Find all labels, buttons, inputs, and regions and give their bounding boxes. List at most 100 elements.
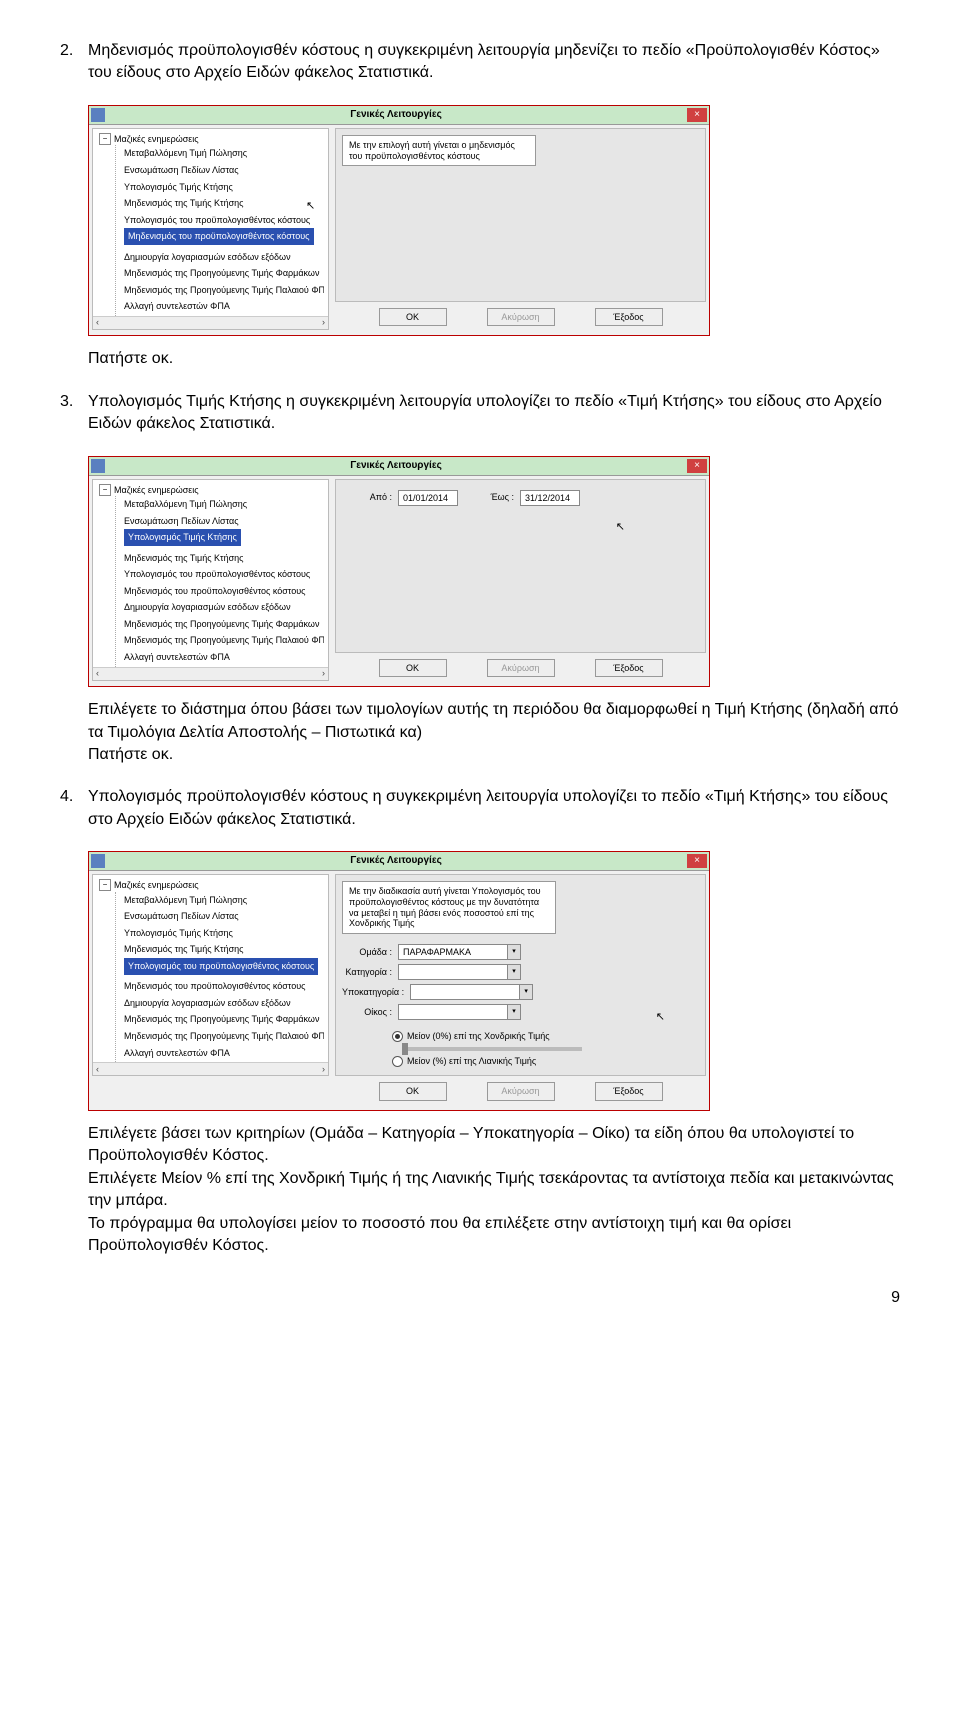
radio-retail[interactable] — [392, 1056, 403, 1067]
content-panel: Με την επιλογή αυτή γίνεται ο μηδενισμός… — [335, 128, 706, 302]
tree-item[interactable]: Μεταβαλλόμενη Τιμή Πώλησης — [124, 145, 324, 162]
subcategory-label: Υποκατηγορία : — [342, 986, 404, 999]
category-combo[interactable]: ▾ — [398, 964, 521, 980]
description-box: Με την διαδικασία αυτή γίνεται Υπολογισμ… — [342, 881, 556, 934]
scrollbar[interactable]: ‹› — [93, 1062, 328, 1075]
tree-children-3: Μεταβαλλόμενη Τιμή ΠώλησηςΕνσωμάτωση Πεδ… — [115, 892, 324, 1076]
tree-item[interactable]: Ενσωμάτωση Πεδίων Λίστας — [124, 162, 324, 179]
tree-children-2: Μεταβαλλόμενη Τιμή ΠώλησηςΕνσωμάτωση Πεδ… — [115, 496, 324, 680]
exit-button[interactable]: Έξοδος — [595, 659, 663, 678]
tree-item[interactable]: Μηδενισμός της Προηγούμενης Τιμής Φαρμάκ… — [124, 1011, 324, 1028]
close-icon[interactable]: × — [687, 459, 707, 473]
tree-item[interactable]: Μηδενισμός του προϋπολογισθέντος κόστους — [124, 978, 324, 995]
tree-pane: − Μαζικές ενημερώσεις Μεταβαλλόμενη Τιμή… — [92, 874, 329, 1076]
tree-item[interactable]: Δημιουργία λογαριασμών εσόδων εξόδων — [124, 249, 324, 266]
collapse-icon[interactable]: − — [99, 879, 111, 891]
radio-wholesale-label: Μείον (0%) επί της Χονδρικής Τιμής — [407, 1030, 550, 1043]
tree-item[interactable]: Υπολογισμός Τιμής Κτήσης — [124, 179, 324, 196]
tree-item[interactable]: Αλλαγή συντελεστών ΦΠΑ — [124, 298, 324, 315]
window-icon — [91, 108, 105, 122]
from-date-input[interactable]: 01/01/2014 — [398, 490, 458, 506]
tree-children-1: Μεταβαλλόμενη Τιμή ΠώλησηςΕνσωμάτωση Πεδ… — [115, 145, 324, 329]
screenshot-window-1: Γενικές Λειτουργίες × − Μαζικές ενημερώσ… — [88, 105, 710, 337]
tree-root-label[interactable]: Μαζικές ενημερώσεις — [114, 133, 199, 146]
tree-item[interactable]: Ενσωμάτωση Πεδίων Λίστας — [124, 908, 324, 925]
description-box: Με την επιλογή αυτή γίνεται ο μηδενισμός… — [342, 135, 536, 167]
tree-item[interactable]: Αλλαγή συντελεστών ΦΠΑ — [124, 649, 324, 666]
tree-item[interactable]: Μηδενισμός της Προηγούμενης Τιμής Φαρμάκ… — [124, 265, 324, 282]
tree-item[interactable]: Μηδενισμός της Προηγούμενης Τιμής Παλαιο… — [124, 1028, 324, 1045]
percent-slider[interactable] — [402, 1047, 582, 1051]
tree-root-label[interactable]: Μαζικές ενημερώσεις — [114, 879, 199, 892]
screenshot-window-2: Γενικές Λειτουργίες × − Μαζικές ενημερώσ… — [88, 456, 710, 688]
scrollbar[interactable]: ‹› — [93, 667, 328, 680]
tree-item[interactable]: Υπολογισμός Τιμής Κτήσης — [124, 925, 324, 942]
group-combo[interactable]: ΠΑΡΑΦΑΡΜΑΚΑ ▾ — [398, 944, 521, 960]
exit-button[interactable]: Έξοδος — [595, 1082, 663, 1101]
item-number: 4. — [60, 786, 88, 831]
from-label: Από : — [342, 491, 392, 504]
tree-item[interactable]: Υπολογισμός του προϋπολογισθέντος κόστου… — [124, 212, 324, 229]
tree-item[interactable]: Μηδενισμός της Τιμής Κτήσης — [124, 941, 324, 958]
titlebar: Γενικές Λειτουργίες × — [89, 457, 709, 476]
to-date-input[interactable]: 31/12/2014 — [520, 490, 580, 506]
list-item-2: 2. Μηδενισμός προϋπολογισθέν κόστους η σ… — [60, 40, 900, 85]
cursor-icon: ↖ — [616, 520, 625, 535]
house-combo[interactable]: ▾ — [398, 1004, 521, 1020]
tree-item[interactable]: Μηδενισμός της Τιμής Κτήσης — [124, 550, 324, 567]
tree-item[interactable]: Μηδενισμός της Προηγούμενης Τιμής Παλαιο… — [124, 282, 324, 299]
titlebar: Γενικές Λειτουργίες × — [89, 106, 709, 125]
ok-button[interactable]: OK — [379, 659, 447, 678]
collapse-icon[interactable]: − — [99, 484, 111, 496]
tree-item[interactable]: Ενσωμάτωση Πεδίων Λίστας — [124, 513, 324, 530]
window-icon — [91, 459, 105, 473]
window-title: Γενικές Λειτουργίες — [105, 108, 687, 122]
close-icon[interactable]: × — [687, 108, 707, 122]
group-value: ΠΑΡΑΦΑΡΜΑΚΑ — [398, 944, 508, 960]
chevron-down-icon: ▾ — [520, 984, 533, 1000]
chevron-down-icon: ▾ — [508, 944, 521, 960]
tree-item[interactable]: Μηδενισμός του προϋπολογισθέντος κόστους — [124, 583, 324, 600]
tree-item[interactable]: Δημιουργία λογαριασμών εσόδων εξόδων — [124, 995, 324, 1012]
tree-item[interactable]: Μηδενισμός της Προηγούμενης Τιμής Παλαιο… — [124, 632, 324, 649]
cursor-icon: ↖ — [306, 199, 315, 214]
exit-button[interactable]: Έξοδος — [595, 308, 663, 327]
scrollbar[interactable]: ‹› — [93, 316, 328, 329]
tree-item[interactable]: Μεταβαλλόμενη Τιμή Πώλησης — [124, 892, 324, 909]
page-number: 9 — [60, 1287, 900, 1309]
list-item-4: 4. Υπολογισμός προϋπολογισθέν κόστους η … — [60, 786, 900, 831]
subcategory-combo[interactable]: ▾ — [410, 984, 533, 1000]
item-4-continuation: Επιλέγετε βάσει των κριτηρίων (Ομάδα – Κ… — [88, 1123, 900, 1257]
chevron-down-icon: ▾ — [508, 964, 521, 980]
item-text: Υπολογισμός Τιμής Κτήσης η συγκεκριμένη … — [88, 391, 900, 436]
tree-item[interactable]: Μηδενισμός του προϋπολογισθέντος κόστους — [124, 228, 314, 245]
tree-item[interactable]: Δημιουργία λογαριασμών εσόδων εξόδων — [124, 599, 324, 616]
item-number: 3. — [60, 391, 88, 436]
screenshot-window-3: Γενικές Λειτουργίες × − Μαζικές ενημερώσ… — [88, 851, 710, 1111]
cancel-button: Ακύρωση — [487, 659, 555, 678]
tree-item[interactable]: Μεταβαλλόμενη Τιμή Πώλησης — [124, 496, 324, 513]
tree-item[interactable]: Υπολογισμός του προϋπολογισθέντος κόστου… — [124, 958, 318, 975]
tree-item[interactable]: Μηδενισμός της Προηγούμενης Τιμής Φαρμάκ… — [124, 616, 324, 633]
tree-item[interactable]: Υπολογισμός του προϋπολογισθέντος κόστου… — [124, 566, 324, 583]
close-icon[interactable]: × — [687, 854, 707, 868]
content-panel: Από : 01/01/2014 Έως : 31/12/2014 ↖ — [335, 479, 706, 653]
item-3-continuation: Επιλέγετε το διάστημα όπου βάσει των τιμ… — [88, 699, 900, 766]
window-title: Γενικές Λειτουργίες — [105, 459, 687, 473]
radio-wholesale[interactable] — [392, 1031, 403, 1042]
collapse-icon[interactable]: − — [99, 133, 111, 145]
tree-item[interactable]: Υπολογισμός Τιμής Κτήσης — [124, 529, 241, 546]
ok-button[interactable]: OK — [379, 1082, 447, 1101]
tree-item[interactable]: Μηδενισμός της Τιμής Κτήσης — [124, 195, 324, 212]
cursor-icon: ↖ — [656, 1010, 665, 1025]
item-text: Μηδενισμός προϋπολογισθέν κόστους η συγκ… — [88, 40, 900, 85]
ok-button[interactable]: OK — [379, 308, 447, 327]
house-label: Οίκος : — [342, 1006, 392, 1019]
tree-item[interactable]: Αλλαγή συντελεστών ΦΠΑ — [124, 1045, 324, 1062]
group-label: Ομάδα : — [342, 946, 392, 959]
titlebar: Γενικές Λειτουργίες × — [89, 852, 709, 871]
window-title: Γενικές Λειτουργίες — [105, 854, 687, 868]
content-panel: Με την διαδικασία αυτή γίνεται Υπολογισμ… — [335, 874, 706, 1076]
radio-retail-label: Μείον (%) επί της Λιανικής Τιμής — [407, 1055, 536, 1068]
tree-root-label[interactable]: Μαζικές ενημερώσεις — [114, 484, 199, 497]
